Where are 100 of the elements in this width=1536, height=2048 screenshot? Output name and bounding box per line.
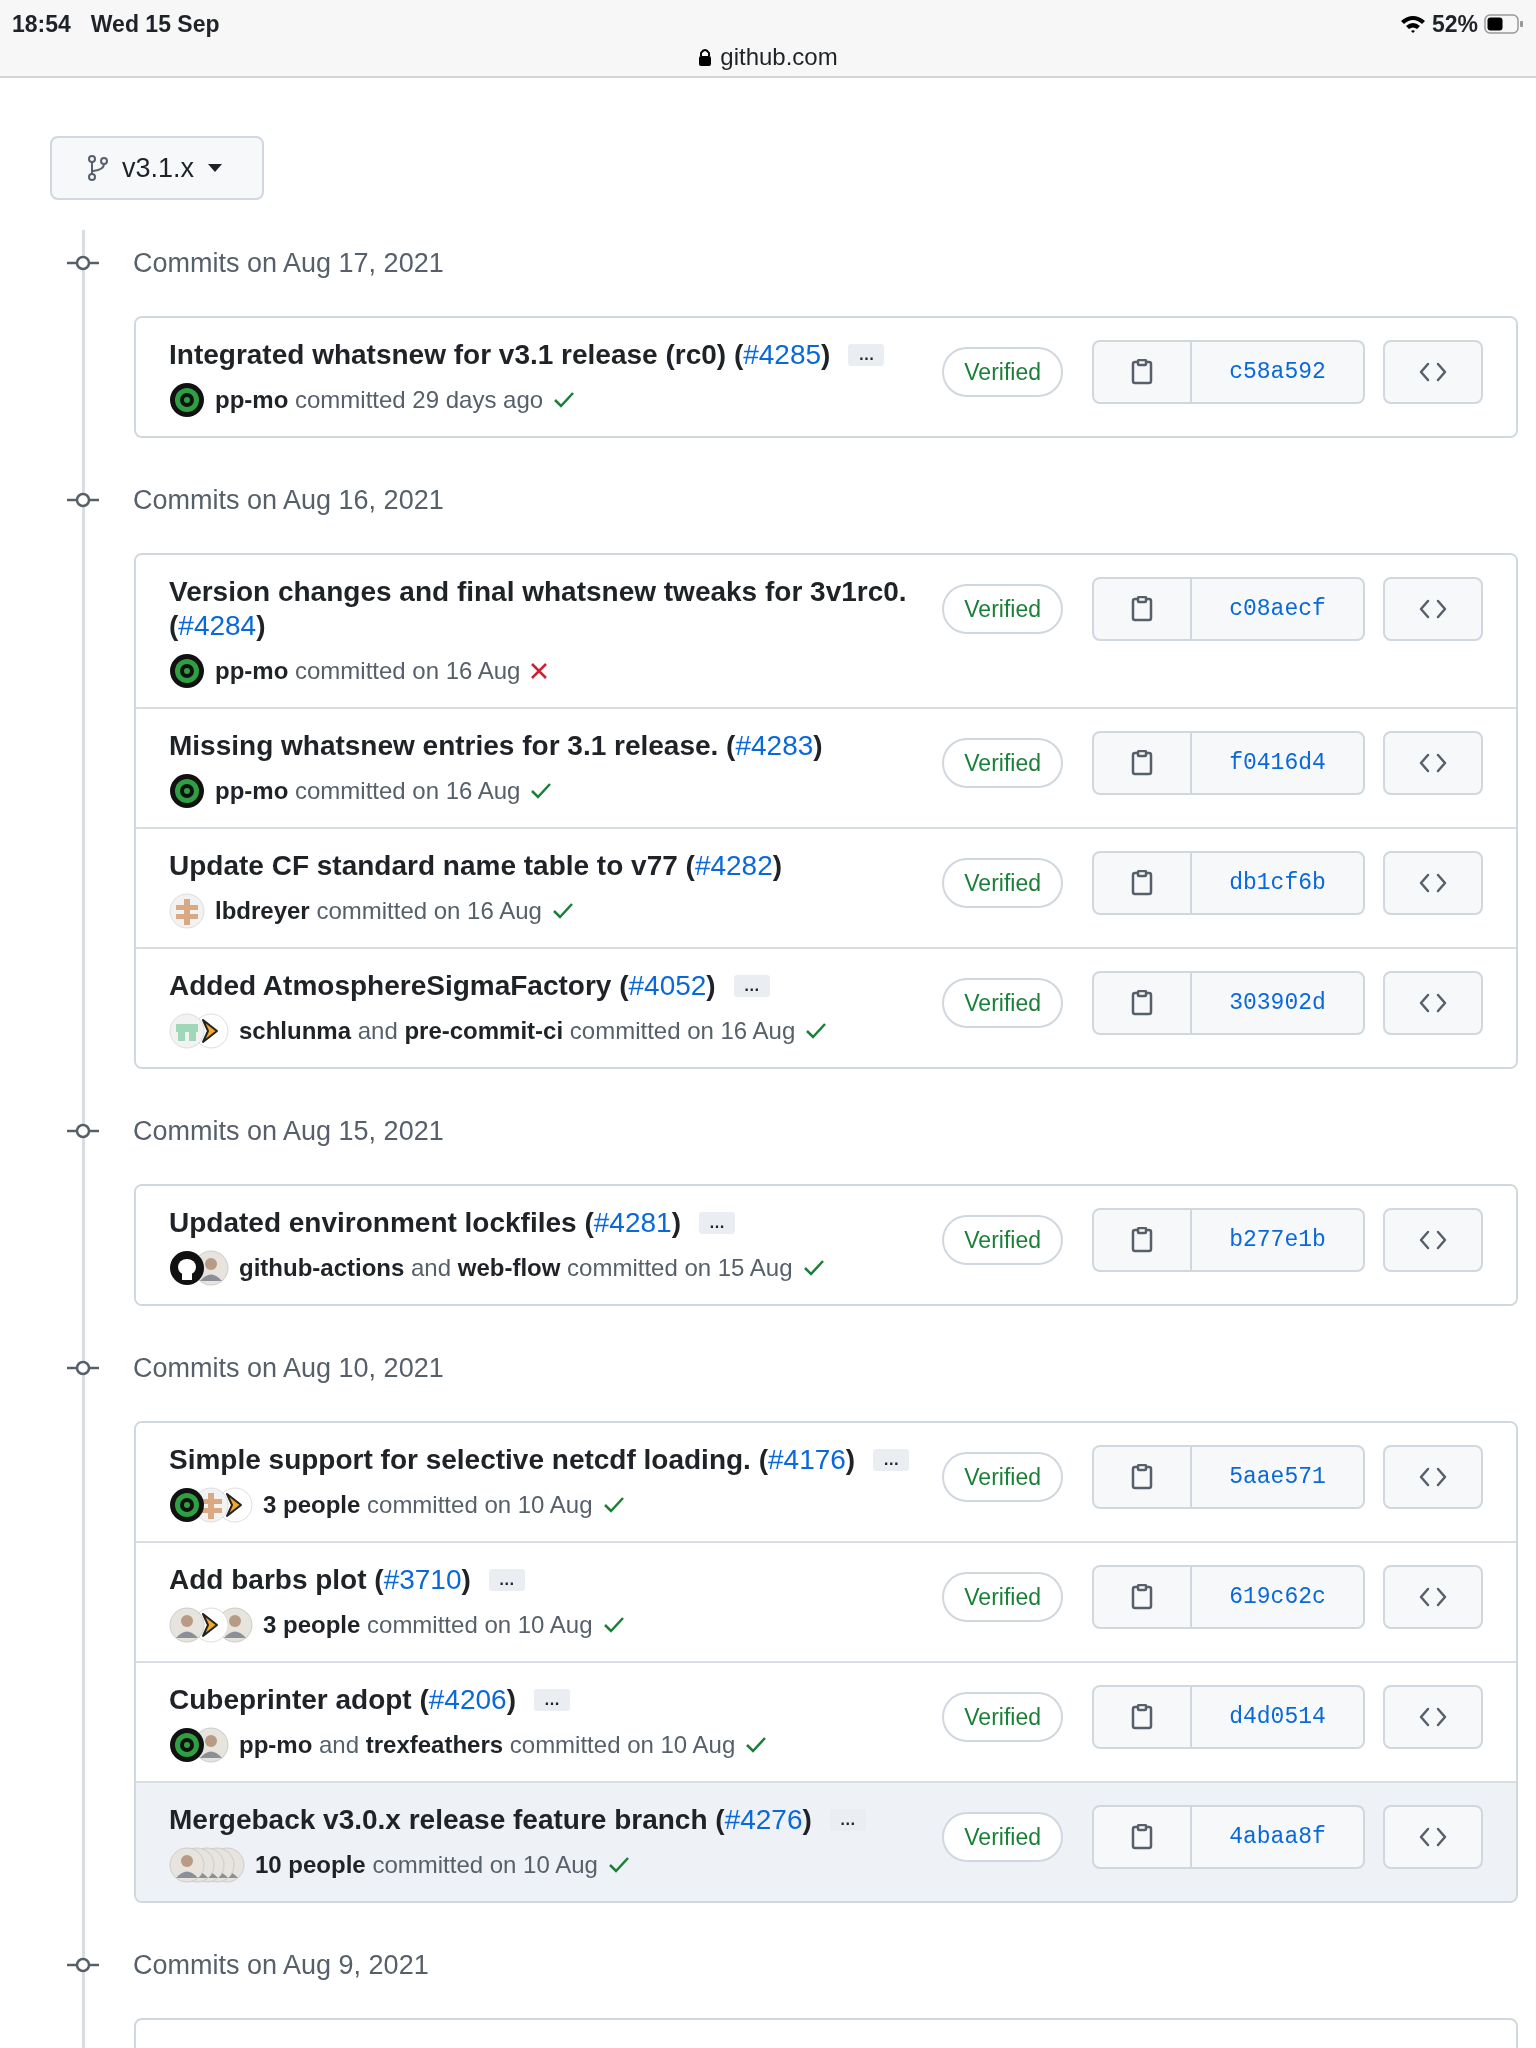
status-time: 18:54 xyxy=(12,10,71,38)
verified-badge[interactable]: Verified xyxy=(942,584,1063,634)
verified-badge[interactable]: Verified xyxy=(942,1215,1063,1265)
pr-link[interactable]: #4052 xyxy=(628,970,707,1001)
clipboard-icon xyxy=(1131,870,1153,896)
expand-button[interactable]: … xyxy=(848,344,885,366)
commit-byline: pp-mo committed on 16 Aug xyxy=(215,657,521,685)
clipboard-icon xyxy=(1131,1464,1153,1490)
commit-title[interactable]: Cubeprinter adopt (#4206) xyxy=(169,1683,516,1717)
commit-title[interactable]: Update CF standard name table to v77 (#4282) xyxy=(169,849,783,883)
avatar-stack[interactable] xyxy=(169,1250,229,1286)
commit-hash-link[interactable]: c08aecf xyxy=(1192,577,1365,641)
verified-badge[interactable]: Verified xyxy=(942,738,1063,788)
pr-link[interactable]: #3710 xyxy=(383,1564,462,1595)
commit-hash-link[interactable]: b277e1b xyxy=(1192,1208,1365,1272)
verified-badge[interactable]: Verified xyxy=(942,858,1063,908)
copy-button[interactable] xyxy=(1092,1805,1192,1869)
pr-link[interactable]: #4176 xyxy=(768,1444,846,1475)
avatar-stack[interactable] xyxy=(169,773,205,809)
battery-percentage: 52% xyxy=(1431,10,1478,38)
expand-button[interactable]: … xyxy=(698,1212,735,1234)
commit-title[interactable]: Simple support for selective netcdf loading. (#4176) xyxy=(169,1443,856,1477)
code-icon xyxy=(1419,362,1447,382)
branch-icon xyxy=(88,155,108,181)
lock-icon xyxy=(698,48,713,66)
pr-link[interactable]: #4282 xyxy=(694,850,773,881)
status-date: Wed 15 Sep xyxy=(90,10,220,38)
commit-title[interactable]: Updated environment lockfiles (#4281) xyxy=(169,1206,681,1240)
commit-hash-link[interactable]: 619c62c xyxy=(1192,1565,1365,1629)
verified-badge[interactable]: Verified xyxy=(942,1572,1063,1622)
expand-button[interactable]: … xyxy=(873,1449,910,1471)
commit-hash-link[interactable]: 303902d xyxy=(1192,971,1365,1035)
date-heading: Commits on Aug 17, 2021 xyxy=(133,247,444,279)
expand-button[interactable]: … xyxy=(829,1809,866,1831)
branch-button[interactable]: v3.1.x xyxy=(50,136,265,200)
commit-hash-link[interactable]: 5aae571 xyxy=(1192,1445,1365,1509)
copy-button[interactable] xyxy=(1092,851,1192,915)
date-heading: Commits on Aug 10, 2021 xyxy=(133,1352,444,1384)
commit-title[interactable]: Missing whatsnew entries for 3.1 release. (#4283) xyxy=(169,729,823,763)
copy-button[interactable] xyxy=(1092,340,1192,404)
verified-badge[interactable]: Verified xyxy=(942,1692,1063,1742)
pr-link[interactable]: #4283 xyxy=(735,730,814,761)
avatar-stack[interactable] xyxy=(169,1727,229,1763)
copy-button[interactable] xyxy=(1092,1208,1192,1272)
pr-link[interactable]: #4284 xyxy=(178,610,257,641)
commit-byline: github-actions and web-flow committed on 15 Aug xyxy=(239,1254,793,1282)
commit-hash-link[interactable]: d4d0514 xyxy=(1192,1685,1365,1749)
battery-icon xyxy=(1484,14,1524,34)
clipboard-icon xyxy=(1131,359,1153,385)
copy-button[interactable] xyxy=(1092,1685,1192,1749)
verified-badge[interactable]: Verified xyxy=(942,1812,1063,1862)
commit-node-icon xyxy=(67,1359,99,1377)
copy-button[interactable] xyxy=(1092,1445,1192,1509)
commit-hash-link[interactable]: c58a592 xyxy=(1192,340,1365,404)
commit-hash-link[interactable]: f0416d4 xyxy=(1192,731,1365,795)
code-icon xyxy=(1419,753,1447,773)
clipboard-icon xyxy=(1131,1584,1153,1610)
avatar-stack[interactable] xyxy=(169,1487,253,1523)
pr-link[interactable]: #4285 xyxy=(743,339,822,370)
avatar-stack[interactable] xyxy=(169,653,205,689)
copy-button[interactable] xyxy=(1092,577,1192,641)
commit-hash-link[interactable]: 4abaa8f xyxy=(1192,1805,1365,1869)
avatar-stack[interactable] xyxy=(169,1607,253,1643)
clipboard-icon xyxy=(1131,1824,1153,1850)
avatar-stack[interactable] xyxy=(169,382,205,418)
commit-byline: pp-mo and trexfeathers committed on 10 Aug xyxy=(239,1731,736,1759)
commit-title[interactable]: Mergeback v3.0.x release feature branch (#4276) xyxy=(169,1803,812,1837)
verified-badge[interactable]: Verified xyxy=(942,347,1063,397)
code-icon xyxy=(1419,1230,1447,1250)
commit-node-icon xyxy=(67,1122,99,1140)
url-text[interactable]: github.com xyxy=(720,43,838,71)
verified-badge[interactable]: Verified xyxy=(942,1452,1063,1502)
date-heading: Commits on Aug 9, 2021 xyxy=(133,1949,429,1981)
pr-link[interactable]: #4206 xyxy=(428,1684,507,1715)
pr-link[interactable]: #4276 xyxy=(724,1804,803,1835)
copy-button[interactable] xyxy=(1092,971,1192,1035)
pr-link[interactable]: #4281 xyxy=(593,1207,672,1238)
clipboard-icon xyxy=(1131,596,1153,622)
commit-byline: 3 people committed on 10 Aug xyxy=(263,1491,593,1519)
commit-byline: pp-mo committed on 16 Aug xyxy=(215,777,521,805)
copy-button[interactable] xyxy=(1092,731,1192,795)
verified-badge[interactable]: Verified xyxy=(942,978,1063,1028)
avatar-stack[interactable] xyxy=(169,1013,229,1049)
code-icon xyxy=(1419,873,1447,893)
commit-title[interactable]: Added AtmosphereSigmaFactory (#4052) xyxy=(169,969,716,1003)
copy-button[interactable] xyxy=(1092,1565,1192,1629)
code-icon xyxy=(1419,1827,1447,1847)
commit-byline: schlunma and pre-commit-ci committed on 16 Aug xyxy=(239,1017,796,1045)
clipboard-icon xyxy=(1131,1704,1153,1730)
commit-byline: 10 people committed on 10 Aug xyxy=(255,1851,598,1879)
commit-node-icon xyxy=(67,1956,99,1974)
commit-hash-link[interactable]: db1cf6b xyxy=(1192,851,1365,915)
commit-title[interactable]: Add barbs plot (#3710) xyxy=(169,1563,471,1597)
expand-button[interactable]: … xyxy=(733,975,770,997)
commit-node-icon xyxy=(67,254,99,272)
commit-title[interactable]: Version changes and final whatsnew tweaks for 3v1rc0. (#4284) xyxy=(169,575,913,643)
caret-icon xyxy=(208,164,223,172)
commit-title[interactable]: Integrated whatsnew for v3.1 release (rc0) (#4285) xyxy=(169,338,831,372)
expand-button[interactable]: … xyxy=(488,1569,525,1591)
expand-button[interactable]: … xyxy=(533,1689,570,1711)
